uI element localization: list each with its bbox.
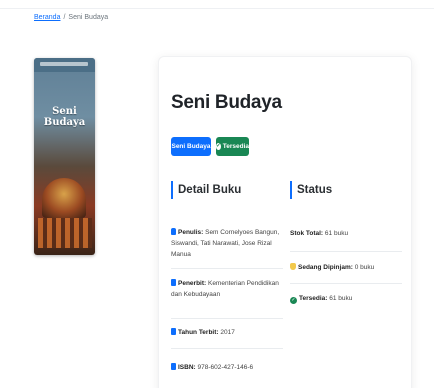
category-badge: Seni Budaya — [171, 137, 211, 156]
check-circle-icon: ✓ — [290, 297, 297, 304]
status-divider — [290, 251, 402, 252]
dipinjam-label: Sedang Dipinjam: — [298, 264, 353, 271]
tahun-label: Tahun Terbit: — [178, 329, 219, 336]
cover-illustration-dancer — [42, 178, 86, 218]
cover-illustration-crowd — [38, 218, 92, 248]
status-divider — [290, 283, 402, 284]
stok-value: 61 buku — [324, 230, 349, 237]
detail-divider — [171, 268, 283, 269]
status-dipinjam: Sedang Dipinjam: 0 buku — [290, 263, 402, 272]
detail-divider — [171, 348, 283, 349]
status-stok: Stok Total: 61 buku — [290, 229, 402, 238]
detail-penulis: Penulis: Sem Cornelyoes Bangun, Siswandi… — [171, 227, 283, 260]
tahun-value: 2017 — [220, 329, 235, 336]
book-title: Seni Budaya — [171, 92, 282, 113]
top-navbar — [0, 0, 434, 9]
stok-label: Stok Total: — [290, 230, 324, 237]
penulis-label: Penulis: — [178, 229, 204, 236]
publisher-icon — [171, 279, 176, 286]
hand-icon — [290, 263, 296, 270]
detail-heading: Detail Buku — [171, 181, 241, 199]
breadcrumb-separator: / — [63, 14, 66, 21]
user-icon — [171, 228, 176, 235]
cover-title: Seni Budaya — [43, 106, 86, 128]
breadcrumb: Beranda / Seni Budaya — [34, 14, 108, 21]
calendar-icon — [171, 328, 176, 335]
isbn-label: ISBN: — [178, 364, 196, 371]
detail-penerbit: Penerbit: Kementerian Pendidikan dan Keb… — [171, 278, 283, 300]
tersedia-value: 61 buku — [329, 295, 353, 302]
breadcrumb-home-link[interactable]: Beranda — [34, 14, 60, 21]
status-tersedia: ✓ Tersedia: 61 buku — [290, 294, 402, 304]
detail-divider — [171, 318, 283, 319]
detail-tahun: Tahun Terbit: 2017 — [171, 327, 283, 338]
cover-logos — [40, 62, 88, 66]
dipinjam-value: 0 buku — [354, 264, 375, 271]
check-circle-icon: ✓ — [216, 143, 221, 150]
category-badge-label: Seni Budaya — [171, 143, 211, 150]
breadcrumb-current: Seni Budaya — [68, 14, 109, 21]
detail-isbn: ISBN: 978-602-427-146-6 — [171, 362, 283, 373]
penerbit-label: Penerbit: — [178, 280, 207, 287]
tersedia-label: Tersedia: — [299, 295, 328, 302]
barcode-icon — [171, 363, 176, 370]
book-cover-image: Seni Budaya — [34, 58, 95, 255]
availability-badge-label: Tersedia — [222, 143, 249, 150]
status-heading: Status — [290, 181, 332, 199]
availability-badge: ✓ Tersedia — [216, 137, 249, 156]
isbn-value: 978-602-427-146-6 — [197, 364, 254, 371]
